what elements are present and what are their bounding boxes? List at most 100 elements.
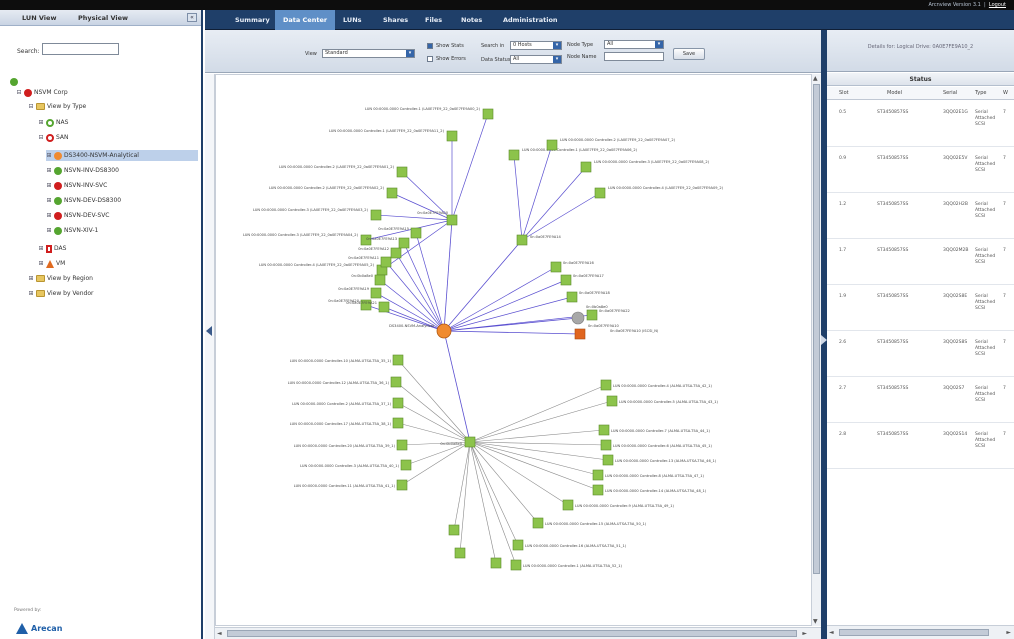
scroll-right-icon[interactable]: ►	[1006, 629, 1011, 636]
tree-node-ds3400[interactable]: ⊞ DS3400-NSVM-Analytical	[46, 150, 198, 161]
lun-node[interactable]	[592, 484, 604, 496]
lun-node[interactable]	[370, 287, 382, 299]
lun-node[interactable]	[374, 274, 386, 286]
lun-node[interactable]	[598, 424, 610, 436]
col-model[interactable]: Model	[887, 87, 902, 100]
lun-node[interactable]	[446, 130, 458, 142]
table-row[interactable]: 1.9 ST3450857SS 3QQ02S8E Serial Attached SC…	[827, 285, 1014, 331]
lun-node[interactable]	[464, 436, 476, 448]
lun-node[interactable]	[482, 108, 494, 120]
tree-node-inv-ds8300[interactable]: ⊞ NSVN-INV-DS8300	[46, 165, 119, 176]
table-row[interactable]: 2.7 ST3450857SS 3QQ02S7 Serial Attached SCS…	[827, 377, 1014, 423]
details-h-scrollbar[interactable]: ◄ ►	[827, 625, 1014, 639]
tab-lun-view[interactable]: LUN View	[22, 10, 56, 26]
col-type[interactable]: Type	[975, 87, 986, 100]
lun-node[interactable]	[600, 379, 612, 391]
data-status-select[interactable]: All ▾	[510, 55, 562, 64]
lun-node[interactable]	[550, 261, 562, 273]
lun-node[interactable]	[380, 256, 392, 268]
tab-summary[interactable]: Summary	[227, 10, 278, 30]
tree-node-san[interactable]: ⊟ SAN	[38, 132, 69, 143]
lun-node[interactable]	[594, 187, 606, 199]
lun-node[interactable]	[512, 539, 524, 551]
view-select[interactable]: Standard ▾	[322, 49, 415, 58]
left-splitter[interactable]	[205, 74, 215, 639]
col-serial[interactable]: Serial	[943, 87, 957, 100]
scroll-up-icon[interactable]: ▲	[813, 75, 818, 82]
lun-node[interactable]	[390, 376, 402, 388]
lun-node[interactable]	[400, 459, 412, 471]
lun-node[interactable]	[446, 214, 458, 226]
table-row[interactable]: 0.5 ST3450857SS 3QQ02E1G Serial Attached SC…	[827, 101, 1014, 147]
lun-node[interactable]	[516, 234, 528, 246]
expand-icon[interactable]: ⊞	[46, 165, 52, 176]
lun-node[interactable]	[396, 166, 408, 178]
tree-node-dev-ds8300[interactable]: ⊞ NSVN-DEV-DS8300	[46, 195, 121, 206]
show-errors-checkbox[interactable]	[427, 56, 433, 62]
tab-physical-view[interactable]: Physical View	[78, 10, 128, 26]
expand-icon[interactable]: ⊞	[38, 243, 44, 254]
root-storage-node[interactable]	[436, 323, 452, 339]
node-name-input[interactable]	[604, 52, 664, 61]
lun-node[interactable]	[532, 517, 544, 529]
tree-node-nas[interactable]: ⊞ NAS	[38, 117, 68, 128]
table-row[interactable]: 1.7 ST3450857SS 3QQ02M2B Serial Attached SC…	[827, 239, 1014, 285]
expand-icon[interactable]: ⊞	[38, 258, 44, 269]
lun-node[interactable]	[392, 417, 404, 429]
search-by-select[interactable]: 0 Hosts ▾	[510, 41, 562, 50]
tab-luns[interactable]: LUNs	[335, 10, 370, 30]
lun-node[interactable]	[508, 149, 520, 161]
tree-node-vm[interactable]: ⊞ VM	[38, 258, 65, 269]
lun-node[interactable]	[396, 439, 408, 451]
lun-node[interactable]	[390, 247, 402, 259]
lun-node[interactable]	[602, 454, 614, 466]
lun-node[interactable]	[370, 209, 382, 221]
search-input[interactable]	[42, 43, 119, 55]
lun-node[interactable]	[560, 274, 572, 286]
collapse-icon[interactable]: ⊟	[28, 101, 34, 112]
vertical-scrollbar[interactable]: ▲ ▼	[811, 74, 821, 626]
lun-node[interactable]	[448, 524, 460, 536]
expand-icon[interactable]: ⊞	[46, 150, 52, 161]
show-stats-checkbox[interactable]	[427, 43, 433, 49]
scroll-thumb[interactable]	[839, 629, 989, 636]
tree-node-view-by-region[interactable]: ⊞ View by Region	[28, 273, 93, 284]
tree-node-das[interactable]: ⊞ DAS	[38, 243, 66, 254]
lun-node[interactable]	[606, 395, 618, 407]
array-node[interactable]	[574, 328, 586, 340]
topology-graph[interactable]: LUN 00:0000-0000 Controller-1 (LA0E7FE9_…	[215, 74, 816, 626]
expand-icon[interactable]: ⊞	[28, 273, 34, 284]
topology-canvas[interactable]: LUN 00:0000-0000 Controller-1 (LA0E7FE9_…	[216, 75, 816, 626]
save-button[interactable]: Save	[673, 48, 705, 60]
expand-icon[interactable]: ⊞	[46, 180, 52, 191]
expand-icon[interactable]: ⊞	[46, 225, 52, 236]
tree-node-xiv[interactable]: ⊞ NSVN-XIV-1	[46, 225, 98, 236]
table-row[interactable]: 1.2 ST3450857SS 3QQ02H2B Serial Attached SC…	[827, 193, 1014, 239]
lun-node[interactable]	[392, 354, 404, 366]
tree-node-view-by-type[interactable]: ⊟ View by Type	[28, 101, 86, 112]
scroll-left-icon[interactable]: ◄	[217, 630, 222, 637]
tab-files[interactable]: Files	[417, 10, 450, 30]
tab-data-center[interactable]: Data Center	[275, 10, 336, 30]
lun-node[interactable]	[490, 557, 502, 569]
logout-link[interactable]: Logout	[989, 2, 1006, 8]
lun-node[interactable]	[562, 499, 574, 511]
scroll-thumb[interactable]	[813, 84, 820, 574]
expand-icon[interactable]: ⊞	[46, 210, 52, 221]
lun-node[interactable]	[592, 469, 604, 481]
lun-node[interactable]	[396, 479, 408, 491]
lun-node[interactable]	[386, 187, 398, 199]
tree-node-dev-svc[interactable]: ⊞ NSVN-DEV-SVC	[46, 210, 110, 221]
lun-node[interactable]	[580, 161, 592, 173]
lun-node[interactable]	[454, 547, 466, 559]
expand-icon[interactable]: ⊞	[46, 195, 52, 206]
tree-node-inv-svc[interactable]: ⊞ NSVN-INV-SVC	[46, 180, 107, 191]
lun-node[interactable]	[410, 227, 422, 239]
table-row[interactable]: 2.8 ST3450857SS 3QQ02S14 Serial Attached SC…	[827, 423, 1014, 469]
scroll-down-icon[interactable]: ▼	[813, 618, 818, 625]
switch-node[interactable]	[571, 311, 585, 325]
expand-icon[interactable]: ⊞	[38, 117, 44, 128]
tree-node-view-by-vendor[interactable]: ⊞ View by Vendor	[28, 288, 94, 299]
collapse-left-icon[interactable]	[206, 326, 212, 336]
tree-node-nsvm-corp[interactable]: ⊟ NSVM Corp	[16, 87, 68, 98]
